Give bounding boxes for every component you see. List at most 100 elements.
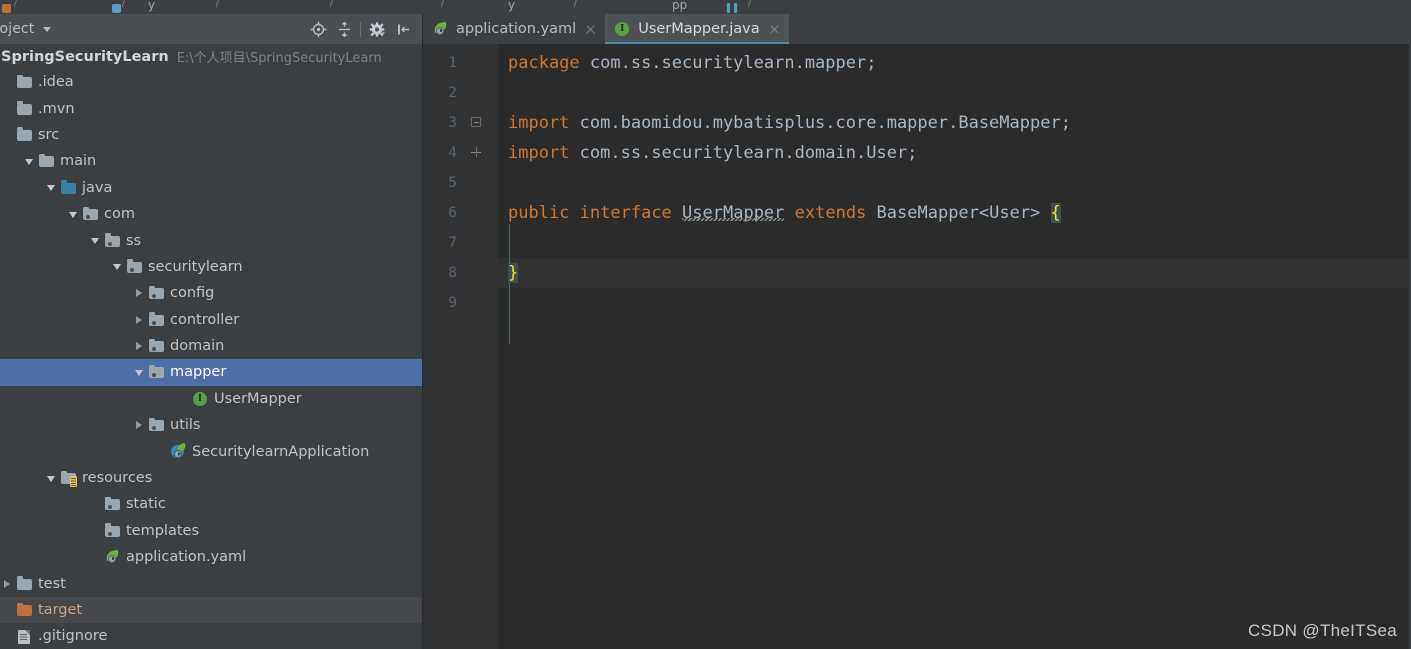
tree-item-label: templates	[126, 522, 200, 539]
line-number: 7	[448, 235, 457, 251]
navbar-crumb-1[interactable]: y	[508, 0, 515, 14]
toolbar-divider	[360, 21, 361, 37]
line-number: 9	[448, 295, 457, 311]
code-line-4[interactable]: import com.ss.securitylearn.domain.User;	[508, 138, 917, 168]
tree-item-icon	[39, 153, 55, 169]
tree-arrow-placeholder	[1, 102, 14, 115]
tree-item-label: java	[82, 179, 113, 196]
tree-item-label: mapper	[170, 364, 227, 381]
package-folder-icon	[127, 259, 142, 273]
tree-item-icon	[105, 549, 121, 565]
tree-item-label: .idea	[38, 74, 74, 91]
folder-icon	[17, 127, 32, 141]
caret-line-highlight	[498, 258, 1411, 288]
tree-item-test[interactable]: test	[0, 570, 422, 596]
chevron-down-icon[interactable]	[67, 208, 80, 221]
tree-item-icon	[61, 180, 77, 196]
chevron-down-icon[interactable]	[45, 181, 58, 194]
tree-item-securitylearn[interactable]: securitylearn	[0, 254, 422, 280]
tree-item-utils[interactable]: utils	[0, 412, 422, 438]
tree-item-static[interactable]: static	[0, 491, 422, 517]
file-icon	[18, 629, 30, 644]
tree-arrow-placeholder	[1, 604, 14, 617]
tree-item-label: main	[60, 153, 97, 170]
chevron-right-icon[interactable]	[1, 577, 14, 590]
tree-item-templates[interactable]: templates	[0, 518, 422, 544]
chevron-down-icon[interactable]	[111, 260, 124, 273]
code-line-1[interactable]: package com.ss.securitylearn.mapper;	[508, 48, 876, 78]
close-icon[interactable]	[585, 24, 596, 35]
tree-item-icon	[149, 285, 165, 301]
collapse-all-icon[interactable]	[331, 16, 357, 42]
tree-item-ss[interactable]: ss	[0, 227, 422, 253]
tree-item-mapper[interactable]: mapper	[0, 359, 422, 386]
chevron-down-icon[interactable]	[45, 472, 58, 485]
tree-item--mvn[interactable]: .mvn	[0, 95, 422, 121]
code-token: public	[508, 203, 570, 223]
navbar-crumb-0[interactable]: y	[148, 0, 155, 14]
chevron-down-icon[interactable]	[89, 234, 102, 247]
navbar-crumb-2[interactable]: pp	[672, 0, 687, 14]
tree-item-java[interactable]: java	[0, 175, 422, 201]
select-opened-file-icon[interactable]	[305, 16, 331, 42]
tree-arrow-placeholder	[1, 630, 14, 643]
tab-file-icon: I	[615, 21, 631, 37]
fold-end-icon[interactable]	[470, 138, 482, 168]
chevron-down-icon[interactable]	[133, 366, 146, 379]
code-area[interactable]: 1 2 3 4 5 6 7 8 9 package com.ss.securitylearn.m…	[423, 44, 1411, 649]
tab-label: UserMapper.java	[638, 21, 760, 37]
tree-item-label: src	[38, 126, 60, 143]
chevron-right-icon[interactable]	[133, 313, 146, 326]
tree-item-icon	[17, 628, 33, 644]
fold-collapse-icon[interactable]	[470, 108, 482, 138]
project-panel-title[interactable]: roject	[0, 21, 34, 37]
tree-item--idea[interactable]: .idea	[0, 69, 422, 95]
project-root-row[interactable]: SpringSecurityLearn E:\个人项目\SpringSecuri…	[0, 44, 422, 69]
code-line-3[interactable]: import com.baomidou.mybatisplus.core.map…	[508, 108, 1071, 138]
code-line-8[interactable]: }	[508, 258, 519, 288]
navbar-icon-2	[112, 4, 121, 13]
tree-item-config[interactable]: config	[0, 280, 422, 306]
code-token: package	[508, 53, 580, 73]
editor-tab-bar[interactable]: application.yaml I UserMapper.java	[423, 14, 1411, 44]
chevron-right-icon[interactable]	[133, 419, 146, 432]
line-number: 8	[448, 265, 457, 281]
tree-item-resources[interactable]: resources	[0, 465, 422, 491]
tree-item-securitylearnapplication[interactable]: SecuritylearnApplication	[0, 438, 422, 464]
code-line-6[interactable]: public interface UserMapper extends Base…	[508, 198, 1061, 228]
editor-tab-usermapper-java[interactable]: I UserMapper.java	[605, 14, 790, 44]
tree-item-icon	[149, 417, 165, 433]
editor-tab-application-yaml[interactable]: application.yaml	[423, 14, 605, 44]
tree-item-label: static	[126, 496, 166, 513]
tree-item-icon: I	[193, 391, 209, 407]
tab-file-icon	[433, 21, 449, 37]
chevron-down-icon[interactable]	[43, 26, 52, 32]
folder-icon	[17, 576, 32, 590]
gear-icon[interactable]	[364, 16, 390, 42]
tree-item-application-yaml[interactable]: application.yaml	[0, 544, 422, 570]
tree-item-main[interactable]: main	[0, 148, 422, 174]
chevron-down-icon[interactable]	[23, 155, 36, 168]
folder-icon	[17, 101, 32, 115]
tree-item-target[interactable]: target	[0, 596, 422, 624]
code-token: com.ss.securitylearn.mapper;	[579, 53, 877, 73]
hide-panel-icon[interactable]	[390, 16, 416, 42]
tree-item-usermapper[interactable]: I UserMapper	[0, 386, 422, 412]
chevron-right-icon[interactable]	[133, 287, 146, 300]
chevron-right-icon[interactable]	[133, 340, 146, 353]
navbar-icon-4	[734, 3, 737, 13]
tree-item-domain[interactable]: domain	[0, 333, 422, 359]
tree-item-icon	[105, 523, 121, 539]
package-folder-icon	[149, 364, 164, 379]
tree-item-src[interactable]: src	[0, 122, 422, 148]
navbar-separator-3	[216, 0, 224, 12]
tree-item-icon	[17, 101, 33, 117]
tree-item--gitignore[interactable]: .gitignore	[0, 623, 422, 649]
code-content[interactable]: package com.ss.securitylearn.mapper; impo…	[498, 44, 1411, 649]
tree-item-controller[interactable]: controller	[0, 307, 422, 333]
project-tree[interactable]: .idea .mvn src main java com ss securitylearn co…	[0, 69, 422, 649]
tree-item-com[interactable]: com	[0, 201, 422, 227]
editor-gutter[interactable]: 1 2 3 4 5 6 7 8 9	[423, 44, 498, 649]
close-icon[interactable]	[769, 24, 780, 35]
